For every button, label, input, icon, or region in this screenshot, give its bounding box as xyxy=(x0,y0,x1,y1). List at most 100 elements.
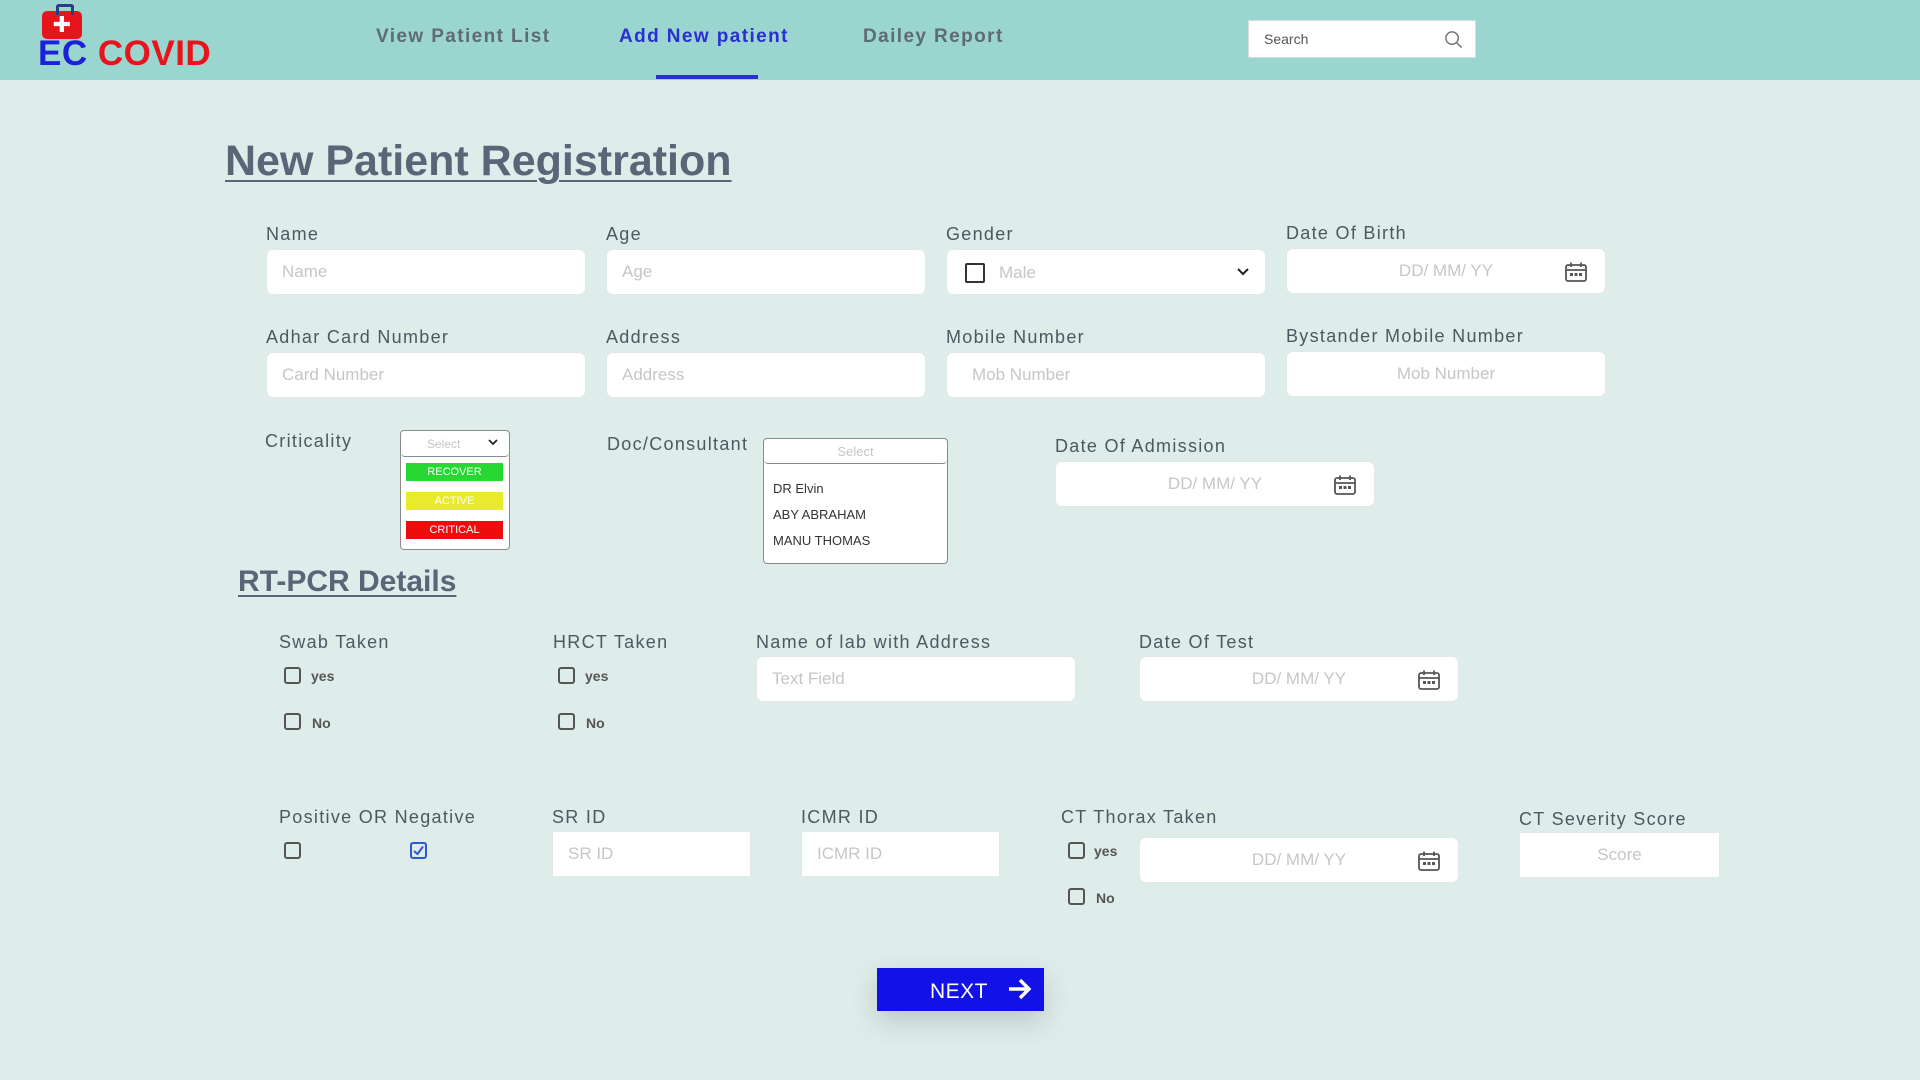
ct-score-field-box xyxy=(1519,832,1720,878)
dob-label: Date Of Birth xyxy=(1286,223,1407,243)
address-label: Address xyxy=(606,327,682,347)
ct-thorax-yes-label: yes xyxy=(1094,843,1118,859)
criticality-placeholder: Select xyxy=(427,437,461,451)
nav-view-patient-list[interactable]: View Patient List xyxy=(376,26,550,48)
nav-daily-report[interactable]: Dailey Report xyxy=(863,26,1004,48)
ct-thorax-label: CT Thorax Taken xyxy=(1061,807,1218,827)
ct-thorax-no-label: No xyxy=(1096,890,1115,906)
chevron-down-icon xyxy=(1237,268,1249,276)
swab-yes-checkbox[interactable] xyxy=(284,667,301,684)
active-tab-indicator xyxy=(656,75,758,79)
app-logo[interactable]: ✚ EC COVID xyxy=(38,4,238,74)
sr-id-field-box xyxy=(552,831,751,877)
admission-field-box xyxy=(1055,461,1375,507)
rtpcr-section-title: RT-PCR Details xyxy=(238,565,457,598)
name-label: Name xyxy=(266,224,320,244)
mobile-input[interactable] xyxy=(972,353,1260,397)
test-date-input[interactable] xyxy=(1155,657,1443,701)
gender-checkbox[interactable] xyxy=(965,263,985,283)
test-date-field-box xyxy=(1139,656,1459,702)
mobile-field-box xyxy=(946,352,1266,398)
positive-checkbox[interactable] xyxy=(284,842,301,859)
age-field-box xyxy=(606,249,926,295)
hrct-yes-checkbox[interactable] xyxy=(558,667,575,684)
icmr-id-field-box xyxy=(801,831,1000,877)
ct-score-input[interactable] xyxy=(1535,833,1704,877)
age-input[interactable] xyxy=(622,250,910,294)
dob-field-box xyxy=(1286,248,1606,294)
ct-thorax-yes-checkbox[interactable] xyxy=(1068,842,1085,859)
adhar-label: Adhar Card Number xyxy=(266,327,450,347)
criticality-select[interactable]: Select xyxy=(401,431,509,457)
swab-no-label: No xyxy=(312,715,331,731)
age-label: Age xyxy=(606,224,642,244)
swab-label: Swab Taken xyxy=(279,632,390,652)
calendar-icon[interactable] xyxy=(1418,851,1440,871)
search-icon[interactable] xyxy=(1444,30,1463,49)
lab-field-box xyxy=(756,656,1076,702)
adhar-field-box xyxy=(266,352,586,398)
swab-yes-label: yes xyxy=(311,668,335,684)
criticality-option-recover[interactable]: RECOVER xyxy=(406,463,503,481)
bystander-field-box xyxy=(1286,351,1606,397)
name-input[interactable] xyxy=(282,250,570,294)
calendar-icon[interactable] xyxy=(1418,670,1440,690)
address-input[interactable] xyxy=(622,353,910,397)
bystander-label: Bystander Mobile Number xyxy=(1286,326,1524,346)
calendar-icon[interactable] xyxy=(1334,475,1356,495)
calendar-icon[interactable] xyxy=(1565,262,1587,282)
lab-label: Name of lab with Address xyxy=(756,632,992,652)
admission-label: Date Of Admission xyxy=(1055,436,1227,456)
search-input[interactable] xyxy=(1264,21,1434,57)
hrct-no-checkbox[interactable] xyxy=(558,713,575,730)
doctor-label: Doc/Consultant xyxy=(607,434,749,454)
doctor-option[interactable]: ABY ABRAHAM xyxy=(773,507,866,522)
top-nav-bar: ✚ EC COVID View Patient List Add New pat… xyxy=(0,0,1920,80)
doctor-option[interactable]: DR Elvin xyxy=(773,481,824,496)
logo-text: EC COVID xyxy=(38,34,211,74)
hrct-label: HRCT Taken xyxy=(553,632,669,652)
sr-id-input[interactable] xyxy=(568,832,735,876)
criticality-option-active[interactable]: ACTIVE xyxy=(406,492,503,510)
arrow-right-icon xyxy=(1009,978,1032,1000)
negative-checkbox[interactable] xyxy=(410,842,427,859)
gender-select[interactable]: Male xyxy=(946,249,1266,295)
page-title: New Patient Registration xyxy=(225,137,732,185)
nav-add-new-patient[interactable]: Add New patient xyxy=(619,26,789,48)
next-button[interactable]: NEXT xyxy=(877,968,1044,1011)
next-button-label: NEXT xyxy=(930,980,989,1003)
test-date-label: Date Of Test xyxy=(1139,632,1255,652)
address-field-box xyxy=(606,352,926,398)
ct-score-label: CT Severity Score xyxy=(1519,809,1687,829)
logo-ec-text: EC xyxy=(38,34,88,73)
bystander-input[interactable] xyxy=(1302,352,1590,396)
hrct-no-label: No xyxy=(586,715,605,731)
ct-thorax-date-field-box xyxy=(1139,837,1459,883)
lab-input[interactable] xyxy=(772,657,1060,701)
icmr-id-label: ICMR ID xyxy=(801,807,880,827)
admission-input[interactable] xyxy=(1071,462,1359,506)
checkmark-icon xyxy=(413,845,424,856)
icmr-id-input[interactable] xyxy=(817,832,984,876)
doctor-select[interactable]: Select xyxy=(764,439,947,464)
doctor-option[interactable]: MANU THOMAS xyxy=(773,533,870,548)
swab-no-checkbox[interactable] xyxy=(284,713,301,730)
doctor-placeholder: Select xyxy=(837,444,874,459)
ct-thorax-date-input[interactable] xyxy=(1155,838,1443,882)
hrct-yes-label: yes xyxy=(585,668,609,684)
mobile-label: Mobile Number xyxy=(946,327,1085,347)
gender-label: Gender xyxy=(946,224,1014,244)
dob-input[interactable] xyxy=(1302,249,1590,293)
logo-covid-text: COVID xyxy=(97,34,212,73)
ct-thorax-no-checkbox[interactable] xyxy=(1068,888,1085,905)
search-box xyxy=(1248,20,1476,58)
criticality-option-critical[interactable]: CRITICAL xyxy=(406,521,503,539)
criticality-dropdown: Select RECOVER ACTIVE CRITICAL xyxy=(400,430,510,550)
sr-id-label: SR ID xyxy=(552,807,607,827)
result-label: Positive OR Negative xyxy=(279,807,477,827)
name-field-box xyxy=(266,249,586,295)
criticality-label: Criticality xyxy=(265,431,353,451)
chevron-down-icon xyxy=(488,439,498,446)
adhar-input[interactable] xyxy=(282,353,570,397)
doctor-dropdown: Select DR Elvin ABY ABRAHAM MANU THOMAS xyxy=(763,438,948,564)
